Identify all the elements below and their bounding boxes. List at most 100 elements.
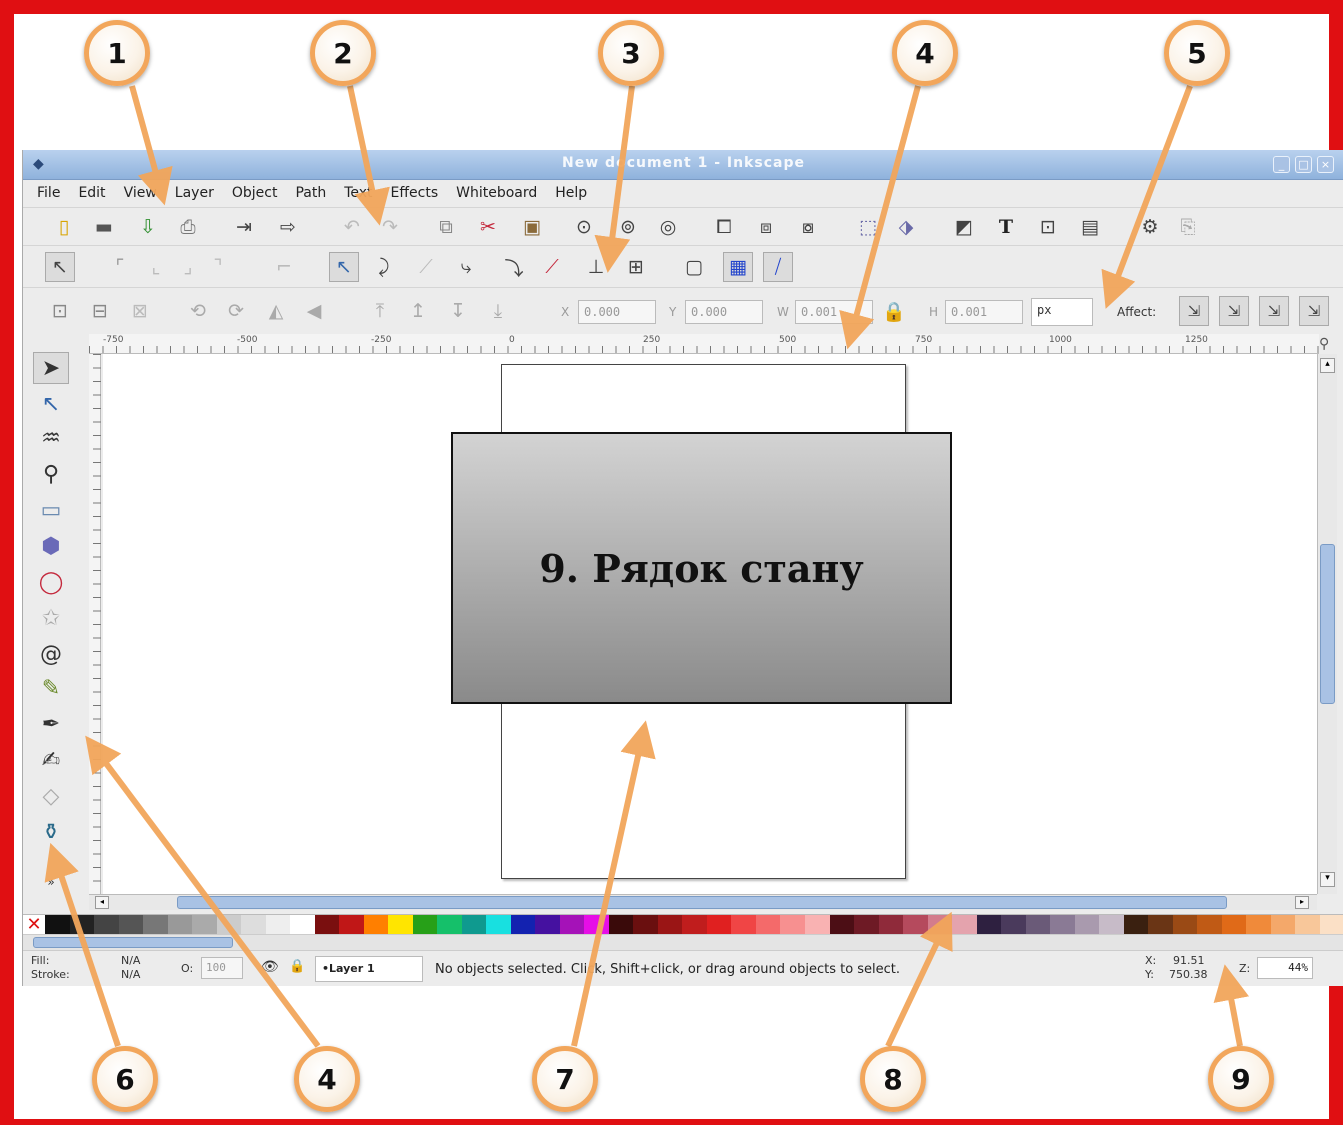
raise-top-icon[interactable]: ⤒ [365,296,395,326]
palette-swatch[interactable] [486,915,511,935]
no-paint-icon[interactable]: ✕ [23,915,45,935]
menu-edit[interactable]: Edit [78,185,105,201]
palette-swatch[interactable] [706,915,732,935]
fill-stroke-icon[interactable]: ◩ [949,212,979,242]
node-icon[interactable]: ↖ [33,388,69,420]
tweak-icon[interactable]: ♒ [33,422,69,454]
palette-swatch[interactable] [1123,915,1149,935]
minimize-button[interactable]: _ [1273,156,1290,173]
palette-swatch[interactable] [45,915,70,935]
snap-guides-display-icon[interactable]: ⧸ [763,252,793,282]
palette-swatch[interactable] [608,915,634,935]
snap-rotation-icon[interactable]: ⊥ [581,252,611,282]
palette-scroll-thumb[interactable] [33,937,233,948]
palette-swatch[interactable] [1148,915,1173,935]
opacity-input[interactable]: 100 [201,957,243,979]
palette-swatch[interactable] [1025,915,1051,935]
w-input[interactable]: 0.001 [795,300,873,324]
lower-icon[interactable]: ↧ [443,296,473,326]
palette-swatch[interactable] [192,915,217,935]
scroll-left-icon[interactable]: ◂ [95,896,109,909]
snap-smooth-icon[interactable]: ⤷ [451,252,481,282]
palette-swatch[interactable] [69,915,95,935]
palette-swatch[interactable] [437,915,462,935]
rectangle-icon[interactable]: ▭ [33,494,69,526]
selector-icon[interactable]: ➤ [33,352,69,384]
eraser-icon[interactable]: ◇ [33,780,69,812]
palette-swatch[interactable] [412,915,438,935]
palette-swatch[interactable] [1050,915,1075,935]
save-icon[interactable]: ⇩ [133,212,163,242]
palette-swatch[interactable] [118,915,144,935]
menu-layer[interactable]: Layer [175,185,214,201]
snap-cusp-icon[interactable]: ⟋ [411,252,441,282]
palette-swatch[interactable] [584,915,609,935]
stroke-value[interactable]: N/A [121,968,140,981]
menu-view[interactable]: View [124,185,157,201]
zoom-icon[interactable]: ⚲ [33,458,69,490]
calligraphy-icon[interactable]: ✍ [33,744,69,776]
copy-icon[interactable]: ⧉ [431,212,461,242]
palette-swatch[interactable] [290,915,315,935]
palette-swatch[interactable] [535,915,560,935]
redo-icon[interactable]: ↷ [375,212,405,242]
snap-guide-toggle-icon[interactable]: ▦ [723,252,753,282]
palette-swatch[interactable] [952,915,977,935]
duplicate-icon[interactable]: ⧠ [709,212,739,242]
scroll-right-icon[interactable]: ▸ [1295,896,1309,909]
paint-bucket-icon[interactable]: ⚱ [33,816,69,848]
palette-swatch[interactable] [1319,915,1343,935]
affect-corners-icon[interactable]: ⇲ [1219,296,1249,326]
unlink-clone-icon[interactable]: ⧇ [793,212,823,242]
affect-patterns-icon[interactable]: ⇲ [1299,296,1329,326]
align-icon[interactable]: ▤ [1075,212,1105,242]
menu-text[interactable]: Text [344,185,372,201]
palette-swatch[interactable] [1221,915,1247,935]
lower-bottom-icon[interactable]: ⤓ [483,296,513,326]
fill-value[interactable]: N/A [121,954,140,967]
palette-swatch[interactable] [755,915,781,935]
raise-icon[interactable]: ↥ [403,296,433,326]
horizontal-scroll-thumb[interactable] [177,896,1227,909]
palette-swatch[interactable] [510,915,536,935]
palette-swatch[interactable] [143,915,168,935]
new-icon[interactable]: ▯ [49,212,79,242]
menu-file[interactable]: File [37,185,60,201]
palette-swatch[interactable] [780,915,805,935]
rotate-ccw-icon[interactable]: ⟲ [183,296,213,326]
deselect-icon[interactable]: ⊠ [125,296,155,326]
palette-swatch[interactable] [167,915,193,935]
palette-swatch[interactable] [682,915,707,935]
print-icon[interactable]: ⎙ [173,212,203,242]
layer-visibility-icon[interactable]: 👁 [261,959,279,975]
snap-page-icon[interactable]: ⊞ [621,252,651,282]
palette-swatch[interactable] [657,915,683,935]
palette-swatch[interactable] [216,915,242,935]
zoom-selection-icon[interactable]: ⊙ [569,212,599,242]
open-icon[interactable]: ▬ [89,212,119,242]
select-all-layers-icon[interactable]: ⊟ [85,296,115,326]
palette-scrollbar[interactable] [23,934,1343,950]
snap-midpoint-icon[interactable]: ⤵ [499,252,529,282]
snap-object-midpoint-icon[interactable]: ⟋ [537,252,567,282]
vertical-scrollbar[interactable]: ▴ ▾ [1317,354,1337,894]
palette-swatch[interactable] [927,915,953,935]
document-props-icon[interactable]: ⎘ [1173,212,1203,242]
affect-gradients-icon[interactable]: ⇲ [1259,296,1289,326]
palette-swatch[interactable] [829,915,855,935]
snap-paths-icon[interactable]: ↖ [329,252,359,282]
palette-swatch[interactable] [878,915,904,935]
palette-swatch[interactable] [363,915,389,935]
ungroup-icon[interactable]: ⬗ [891,212,921,242]
maximize-button[interactable]: □ [1295,156,1312,173]
menu-whiteboard[interactable]: Whiteboard [456,185,537,201]
pen-icon[interactable]: ✒ [33,708,69,740]
layer-lock-icon[interactable]: 🔒 [289,959,305,974]
lock-icon[interactable]: 🔒 [879,296,909,326]
menu-effects[interactable]: Effects [391,185,439,201]
toolbox-more-icon[interactable]: » [33,872,69,892]
palette-swatch[interactable] [1295,915,1320,935]
snap-grid-icon[interactable]: ⌝ [203,252,233,282]
palette-swatch[interactable] [1246,915,1271,935]
menu-object[interactable]: Object [232,185,278,201]
